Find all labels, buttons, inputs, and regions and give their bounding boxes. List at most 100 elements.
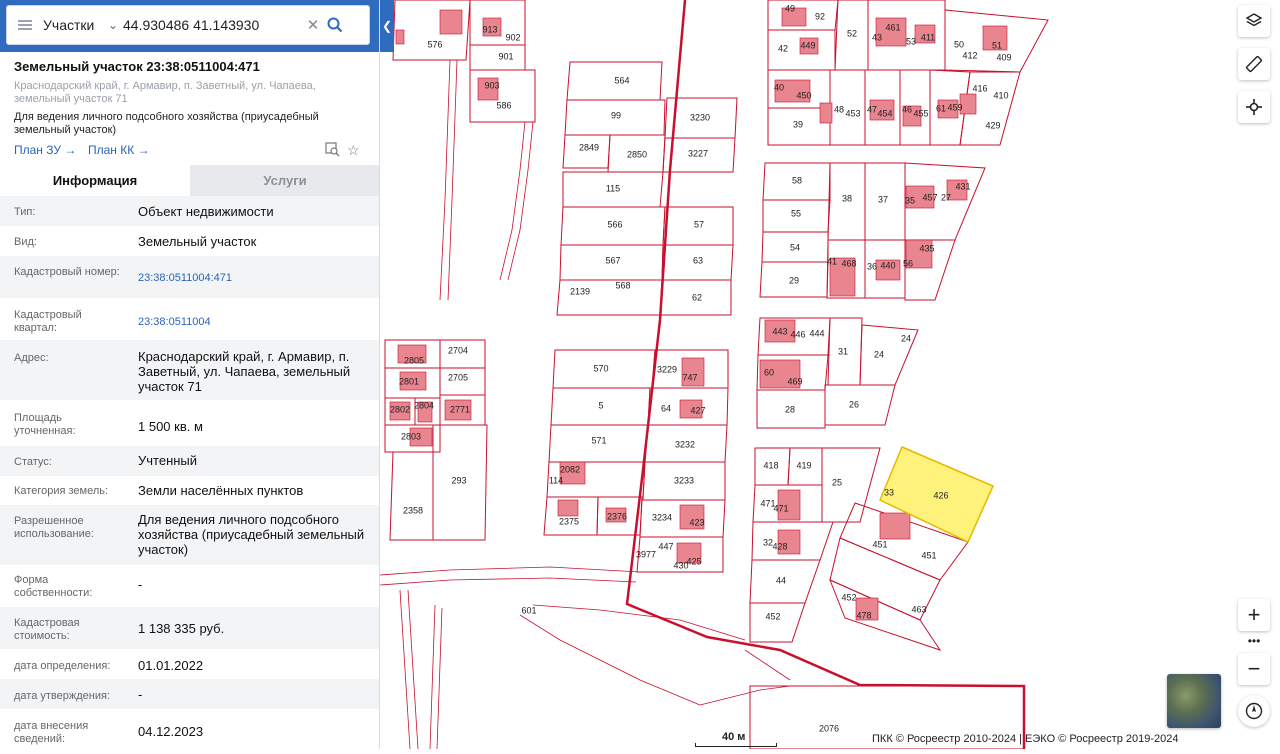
table-row: Тип: Объект недвижимости [0,196,379,226]
parcel-label: 457 [922,192,937,202]
parcel-label: 409 [996,52,1011,62]
parcel-label: 452 [765,611,780,621]
parcel-label: 58 [792,175,802,185]
parcel-label: 447 [658,541,673,551]
parcel-label: 52 [847,28,857,38]
parcel-label: 3229 [657,364,677,374]
table-row: Площадь уточненная: 1 500 кв. м [14,412,203,437]
table-row: дата внесения сведений: 04.12.2023 [14,720,204,745]
parcel-label: 3232 [675,439,695,449]
building-footprint [557,499,579,517]
parcel-label: 2850 [627,149,647,159]
object-use: Для ведения личного подсобного хозяйства… [14,111,319,136]
parcel-label: 3234 [652,512,672,522]
parcel-label: 25 [832,477,842,487]
parcel-label: 586 [496,100,511,110]
parcel-label: 92 [815,11,825,21]
compass-icon[interactable] [1238,695,1270,727]
parcel-label: 2358 [403,505,423,515]
table-row: Статус: Учтенный [0,446,379,476]
tab-services[interactable]: Услуги [190,165,379,196]
parcel-label: 115 [606,183,620,193]
zoom-in-button[interactable]: + [1238,599,1270,631]
parcel-label: 2139 [570,286,590,296]
parcel-label: 567 [605,255,620,265]
table-row: Адрес: Краснодарский край, г. Армавир, п… [0,340,379,400]
parcel-label: 3233 [674,475,694,485]
zoom-to-object-icon[interactable] [325,142,340,160]
search-input[interactable] [123,17,303,33]
ruler-icon[interactable] [1238,48,1270,80]
scale-bar [695,743,777,747]
parcel-label: 114 [549,475,563,485]
collapse-panel-button[interactable]: ❮ [380,0,394,52]
search-bar: Участки ⌄ ✕ [6,5,370,45]
parcel-label: 570 [593,363,608,373]
parcel-label: 42 [778,43,788,53]
parcel-label: 2803 [401,431,421,441]
parcel-label: 3227 [688,148,708,158]
object-address: Краснодарский край, г. Армавир, п. Завет… [14,80,316,105]
object-title: Земельный участок 23:38:0511004:471 [14,59,260,74]
parcel-label: 428 [772,541,787,551]
parcel-label: 2802 [390,404,410,414]
parcel-label: 36 [867,261,877,271]
zoom-out-button[interactable]: − [1238,653,1270,685]
plan-zu-link[interactable]: План ЗУ → [14,143,76,157]
parcel-label: 29 [789,275,799,285]
table-row: Кадастровый номер: 23:38:0511004:471 [0,256,379,298]
star-icon[interactable]: ☆ [347,142,360,159]
plan-kk-link[interactable]: План КК → [88,143,150,157]
parcel-label: 3230 [690,112,710,122]
parcel-label: 747 [682,372,697,382]
more-icon[interactable]: ••• [1238,630,1270,652]
parcel-label: 43 [872,32,882,42]
parcel-label: 63 [693,255,703,265]
parcel-label: 468 [841,258,856,268]
table-row: Кадастровая стоимость: 1 138 335 руб. [0,607,379,649]
layers-icon[interactable] [1238,5,1270,37]
building-footprint [879,512,911,540]
chevron-down-icon[interactable]: ⌄ [103,18,123,32]
parcel-label: 463 [911,604,926,614]
cadastral-number-link[interactable]: 23:38:0511004:471 [138,271,370,286]
parcel-label: 451 [872,539,887,549]
close-icon[interactable]: ✕ [303,16,323,34]
parcel-label: 431 [955,181,970,191]
table-row: Форма собственности: - [14,574,143,599]
parcel-label: 99 [611,110,621,120]
tab-info[interactable]: Информация [0,165,190,196]
parcel-label: 24 [901,333,911,343]
locate-icon[interactable] [1238,91,1270,123]
parcel-label: 443 [772,326,787,336]
parcel-label: 37 [878,194,888,204]
parcel-label: 2082 [560,464,580,474]
menu-icon[interactable] [7,6,43,44]
parcel-label: 410 [993,90,1008,100]
parcel-label: 471 [773,503,788,513]
parcel-label: 53 [906,36,916,46]
parcel-label: 913 [482,24,497,34]
table-row: Категория земель: Земли населённых пункт… [14,483,304,498]
cadastral-quarter-link[interactable]: 23:38:0511004 [138,315,370,330]
parcel-label: 60 [764,367,774,377]
parcel-label: 38 [842,193,852,203]
building-footprint [819,102,833,124]
parcel-label: 62 [692,292,702,302]
parcel-label: 440 [880,260,895,270]
parcel-label: 31 [838,346,848,356]
basemap-switch-thumbnail[interactable] [1167,674,1221,728]
table-row: дата утверждения: - [0,679,379,709]
parcel-label: 426 [933,490,948,500]
parcel-label: 33 [884,487,894,497]
parcel-label: 427 [690,405,705,415]
parcel-label: 2705 [448,372,468,382]
parcel-label: 2376 [607,511,627,521]
parcel-label: 418 [763,460,778,470]
parcel-label: 435 [919,243,934,253]
search-icon[interactable] [323,13,347,37]
building-footprint [395,29,405,45]
layer-select[interactable]: Участки [43,17,103,33]
parcel-label: 35 [905,195,915,205]
parcel-label: 425 [686,556,701,566]
